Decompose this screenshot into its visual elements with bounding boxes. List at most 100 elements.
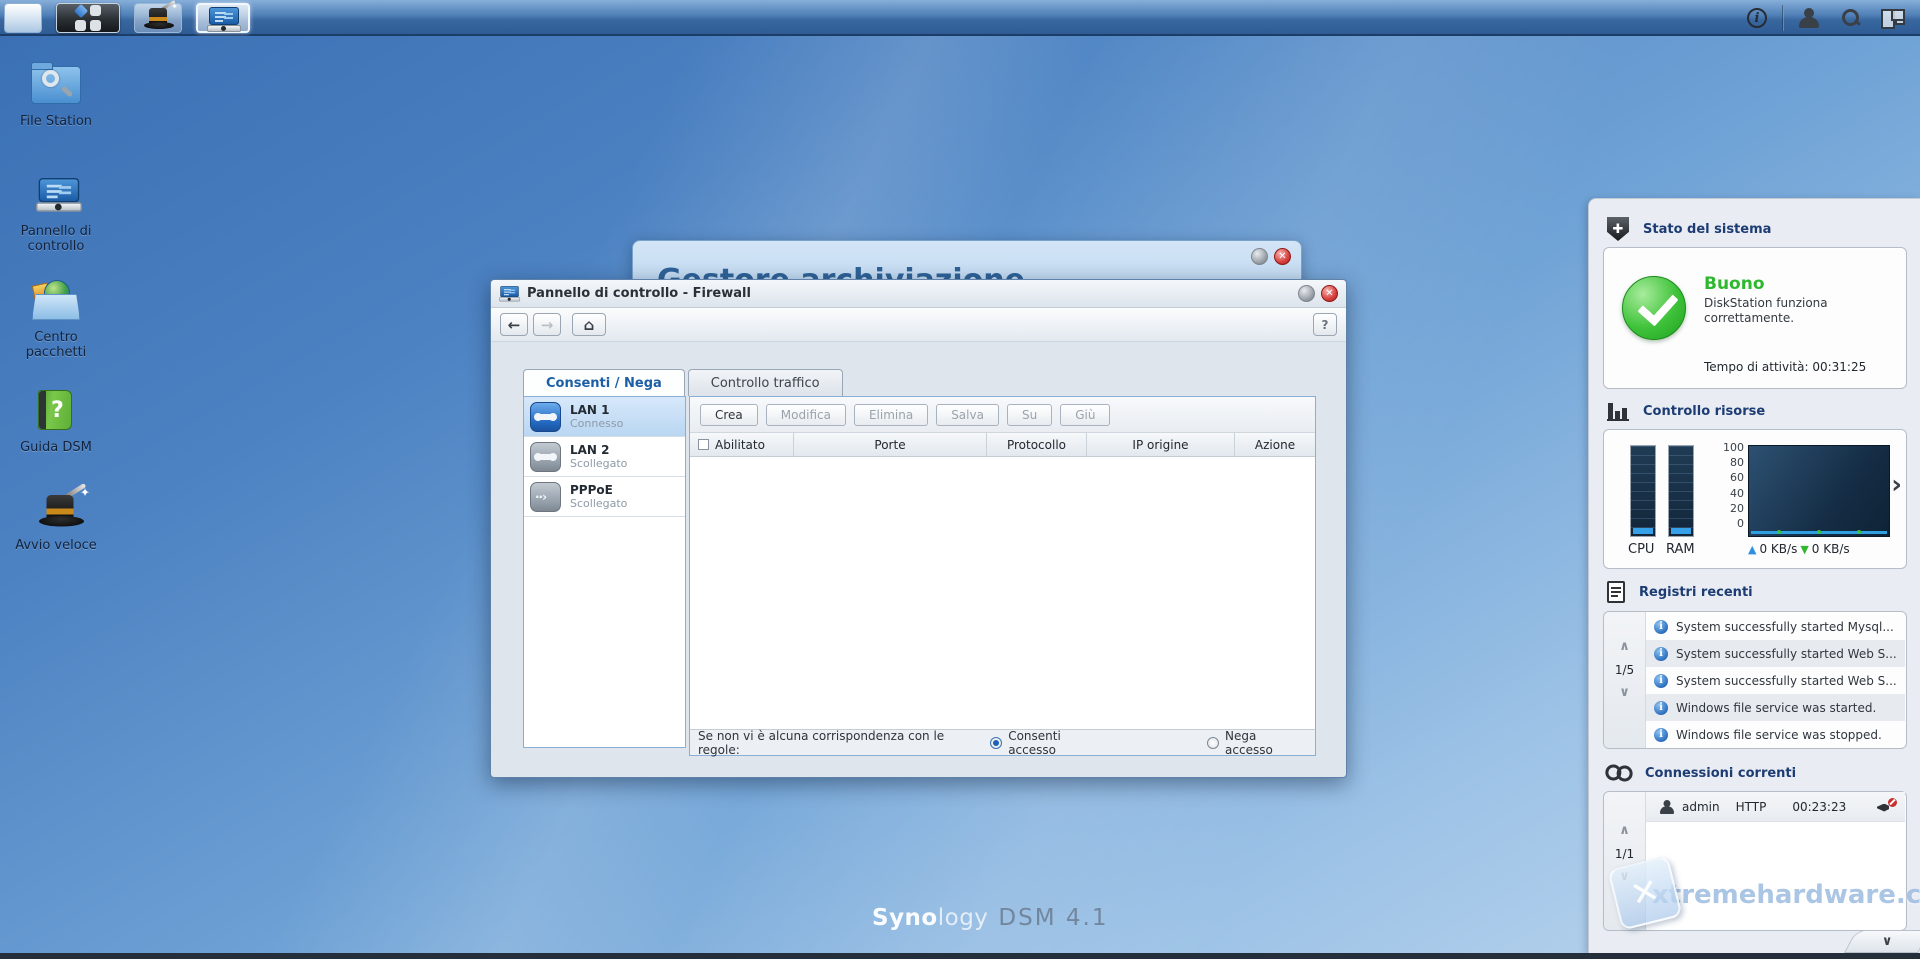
tab-controllo-traffico[interactable]: Controllo traffico — [687, 369, 843, 396]
system-info-button[interactable]: i — [1736, 3, 1778, 33]
desktop-icon-guida-dsm[interactable]: ? Guida DSM — [4, 388, 108, 455]
giu-button[interactable]: Giù — [1060, 403, 1111, 426]
help-button[interactable]: ? — [1313, 313, 1337, 336]
su-button[interactable]: Su — [1006, 403, 1053, 426]
desktop-icon-label: Pannello di controllo — [20, 224, 92, 254]
upload-value: 0 KB/s — [1759, 542, 1798, 556]
elimina-button[interactable]: Elimina — [853, 403, 929, 426]
column-header-ip-origine[interactable]: IP origine — [1087, 433, 1235, 456]
file-station-icon — [28, 62, 84, 108]
minimize-button[interactable] — [1298, 285, 1315, 302]
main-menu-button[interactable] — [56, 3, 120, 33]
sidebar-collapse-tab[interactable]: ∨ — [1844, 930, 1920, 953]
modifica-button[interactable]: Modifica — [765, 403, 846, 426]
screen-bottom-edge — [0, 953, 1920, 959]
column-header-protocollo[interactable]: Protocollo — [987, 433, 1087, 456]
taskbar-app-avvio-veloce[interactable]: ✦ — [134, 0, 182, 33]
pager-down-icon[interactable]: ∨ — [1604, 680, 1645, 706]
rules-table-body-empty — [690, 457, 1315, 729]
info-icon: i — [1654, 700, 1668, 715]
search-button[interactable] — [1830, 3, 1872, 33]
widget-title: Connessioni correnti — [1645, 765, 1797, 781]
select-all-checkbox[interactable] — [698, 439, 709, 450]
radio-consenti-label: Consenti accesso — [1008, 728, 1061, 757]
connections-list-empty — [1646, 822, 1905, 929]
home-button[interactable]: ⌂ — [572, 313, 606, 336]
forward-button[interactable]: → — [533, 313, 561, 336]
tab-consenti-nega[interactable]: Consenti / Nega — [523, 369, 685, 396]
magic-hat-icon: ✦ — [28, 482, 90, 532]
pager-count: 1/1 — [1614, 847, 1635, 861]
system-status-panel: Buono DiskStation funziona correttamente… — [1603, 247, 1907, 389]
disconnect-icon[interactable] — [1877, 797, 1897, 814]
chain-link-icon — [1602, 756, 1636, 790]
interface-status: Connesso — [570, 417, 624, 430]
pilot-view-button[interactable] — [1872, 3, 1914, 33]
list-item-lan1[interactable]: LAN 1 Connesso — [524, 397, 685, 437]
search-icon — [1840, 7, 1862, 29]
pager-up-icon[interactable]: ∧ — [1604, 634, 1645, 660]
rules-pane: Crea Modifica Elimina Salva Su Giù Abili… — [689, 396, 1316, 757]
column-header-abilitato[interactable]: Abilitato — [690, 433, 794, 456]
radio-nega-accesso[interactable] — [1207, 736, 1220, 749]
interface-list: LAN 1 Connesso LAN 2 Scollegato ··› PPPo… — [523, 396, 686, 748]
recent-logs-panel: ∧ 1/5 ∨ i System successfully started My… — [1603, 611, 1907, 749]
desktop-icon-pannello-controllo[interactable]: Pannello di controllo — [4, 172, 108, 254]
pilot-view-icon — [1881, 9, 1905, 29]
titlebar[interactable]: Pannello di controllo - Firewall ✕ — [491, 280, 1346, 308]
info-icon: i — [1654, 673, 1668, 688]
help-book-icon: ? — [28, 388, 84, 434]
window-title: Pannello di controllo - Firewall — [527, 286, 751, 301]
download-value: 0 KB/s — [1811, 542, 1850, 556]
log-row: i System successfully started Web S... — [1646, 640, 1905, 667]
desktop-icon-avvio-veloce[interactable]: ✦ Avvio veloce — [4, 482, 108, 553]
pager-up-icon[interactable]: ∧ — [1604, 818, 1645, 844]
column-header-porte[interactable]: Porte — [794, 433, 987, 456]
window-pannello-controllo-firewall[interactable]: Pannello di controllo - Firewall ✕ ← → ⌂… — [490, 279, 1347, 778]
document-icon — [1607, 581, 1625, 603]
network-speed: ▲ 0 KB/s ▼ 0 KB/s — [1748, 542, 1850, 556]
interface-name: LAN 2 — [570, 443, 610, 457]
info-icon: i — [1747, 8, 1767, 28]
column-header-azione[interactable]: Azione — [1235, 433, 1315, 456]
show-desktop-button[interactable] — [4, 3, 42, 33]
salva-button[interactable]: Salva — [936, 403, 999, 426]
cpu-gauge — [1630, 445, 1656, 537]
resource-detail-arrow[interactable]: › — [1891, 470, 1902, 500]
desktop-icon-file-station[interactable]: File Station — [4, 62, 108, 129]
main-menu-icon — [73, 3, 101, 31]
connections-header: Connessioni correnti — [1607, 761, 1796, 785]
resource-monitor-header: Controllo risorse — [1607, 401, 1765, 421]
user-menu-button[interactable] — [1788, 3, 1830, 33]
lan-icon — [530, 442, 561, 472]
minimize-button[interactable] — [1251, 248, 1268, 265]
close-button[interactable]: ✕ — [1274, 248, 1291, 265]
taskbar-right-icons: i — [1736, 0, 1914, 36]
info-icon: i — [1654, 727, 1668, 742]
download-arrow-icon: ▼ — [1800, 542, 1809, 556]
close-button[interactable]: ✕ — [1321, 285, 1338, 302]
tab-bar: Consenti / Nega Controllo traffico — [523, 369, 846, 396]
bar-chart-icon — [1607, 401, 1629, 421]
crea-button[interactable]: Crea — [700, 403, 758, 426]
resource-monitor-panel: CPU RAM 100 80 60 40 20 0 › ▲ 0 KB/s ▼ 0… — [1603, 429, 1907, 569]
desktop-icon-label: Guida DSM — [20, 440, 92, 455]
taskbar-app-pannello-controllo-active[interactable] — [196, 3, 250, 33]
widget-sidebar: ✚ Stato del sistema Buono DiskStation fu… — [1588, 198, 1920, 955]
status-value: Buono — [1704, 274, 1765, 294]
ram-gauge — [1668, 445, 1694, 537]
radio-consenti-accesso[interactable] — [990, 736, 1003, 749]
desktop-icon-centro-pacchetti[interactable]: Centro pacchetti — [4, 278, 108, 360]
back-button[interactable]: ← — [500, 313, 528, 336]
status-description: DiskStation funziona correttamente. — [1704, 296, 1828, 325]
widget-title: Registri recenti — [1639, 584, 1753, 600]
network-graph — [1748, 445, 1890, 537]
widget-title: Controllo risorse — [1643, 403, 1766, 419]
status-ok-icon — [1622, 276, 1686, 340]
list-item-lan2[interactable]: LAN 2 Scollegato — [524, 437, 685, 477]
user-icon — [1659, 799, 1674, 814]
desktop-icon-label: Avvio veloce — [15, 538, 97, 553]
desktop-icon-label: Centro pacchetti — [25, 330, 87, 360]
control-panel-icon — [207, 7, 241, 33]
list-item-pppoe[interactable]: ··› PPPoE Scollegato — [524, 477, 685, 517]
